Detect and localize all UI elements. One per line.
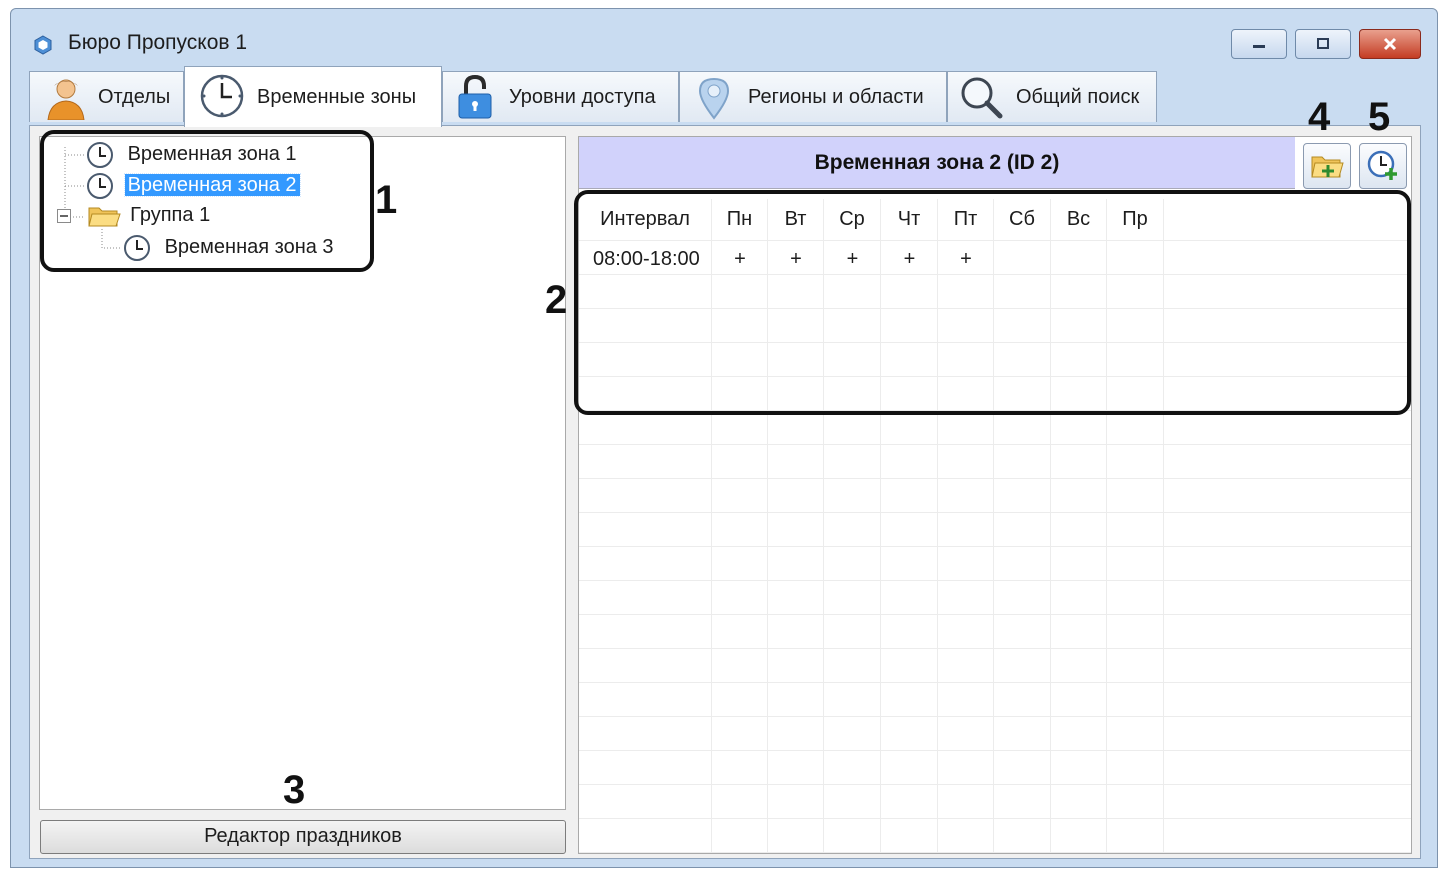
- tree-item-label: Группа 1: [130, 204, 211, 227]
- tab-general-search[interactable]: Общий поиск: [947, 71, 1157, 122]
- magnifier-icon: [961, 77, 1003, 119]
- time-zone-details: Временная зона 2 (ID 2) Интервал Пн Вт Ср Чт…: [578, 136, 1412, 854]
- tab-label: Уровни доступа: [509, 86, 656, 108]
- grid-line: [579, 852, 1411, 853]
- grid-line: [579, 818, 1411, 819]
- grid-line: [711, 199, 712, 853]
- minimize-button[interactable]: [1231, 29, 1287, 59]
- tree-item-group-1[interactable]: Группа 1: [55, 203, 210, 229]
- grid-line: [1050, 199, 1051, 853]
- grid-line: [579, 648, 1411, 649]
- grid-line: [579, 376, 1411, 377]
- day-cell[interactable]: +: [712, 242, 768, 276]
- grid-line: [579, 308, 1411, 309]
- schedule-grid[interactable]: Интервал Пн Вт Ср Чт Пт Сб Вс Пр 08:00-18:00 + + + + +: [579, 199, 1411, 853]
- tree-item-time-zone-1[interactable]: Временная зона 1: [86, 141, 297, 169]
- tree-item-time-zone-2[interactable]: Временная зона 2: [86, 172, 301, 200]
- callout-number-4: 4: [1308, 95, 1331, 139]
- grid-line: [1106, 199, 1107, 853]
- tab-label: Регионы и области: [748, 86, 924, 108]
- callout-number-3: 3: [283, 768, 306, 812]
- grid-line: [579, 784, 1411, 785]
- grid-line: [579, 546, 1411, 547]
- grid-line: [579, 512, 1411, 513]
- title-bar[interactable]: Бюро Пропусков 1: [11, 9, 1437, 71]
- grid-line: [1163, 199, 1164, 853]
- day-cell[interactable]: +: [938, 242, 994, 276]
- tab-departments[interactable]: Отделы: [29, 71, 184, 122]
- padlock-icon: [458, 74, 492, 119]
- grid-line: [579, 444, 1411, 445]
- callout-number-2: 2: [545, 278, 568, 322]
- collapse-toggle-icon[interactable]: [55, 207, 73, 225]
- day-cell[interactable]: [1107, 242, 1164, 276]
- clock-icon: [87, 142, 113, 168]
- column-header[interactable]: Вт: [768, 199, 824, 240]
- grid-line: [579, 716, 1411, 717]
- interval-cell[interactable]: 08:00-18:00: [579, 242, 712, 276]
- tab-content: Временная зона 1 Временная зона 2 Группа…: [29, 125, 1421, 859]
- tree-item-time-zone-3[interactable]: Временная зона 3: [123, 234, 334, 262]
- tree-item-label-selected: Временная зона 2: [123, 173, 301, 198]
- folder-icon: [87, 207, 121, 227]
- maximize-button[interactable]: [1295, 29, 1351, 59]
- column-header[interactable]: Вс: [1051, 199, 1107, 240]
- grid-line: [579, 750, 1411, 751]
- maximize-icon: [1317, 38, 1329, 49]
- column-header[interactable]: Чт: [881, 199, 938, 240]
- tab-label: Временные зоны: [257, 86, 417, 108]
- callout-number-1: 1: [375, 178, 398, 222]
- day-cell[interactable]: [994, 242, 1051, 276]
- grid-line: [823, 199, 824, 853]
- grid-line: [579, 410, 1411, 411]
- map-pin-icon: [698, 77, 730, 120]
- day-cell[interactable]: +: [768, 242, 824, 276]
- close-button[interactable]: [1359, 29, 1421, 59]
- add-time-zone-button[interactable]: [1359, 143, 1407, 189]
- clock-icon: [200, 74, 244, 118]
- tab-time-zones[interactable]: Временные зоны: [184, 66, 442, 127]
- grid-line: [579, 478, 1411, 479]
- grid-line: [880, 199, 881, 853]
- tab-regions[interactable]: Регионы и области: [679, 71, 947, 122]
- clock-icon: [87, 173, 113, 199]
- minimize-icon: [1253, 45, 1265, 48]
- day-cell[interactable]: [1051, 242, 1107, 276]
- window-title: Бюро Пропусков 1: [68, 31, 248, 54]
- column-header[interactable]: Пт: [938, 199, 994, 240]
- time-zone-tree[interactable]: Временная зона 1 Временная зона 2 Группа…: [39, 136, 566, 810]
- column-header[interactable]: Пн: [712, 199, 768, 240]
- grid-line: [579, 240, 1411, 241]
- grid-line: [579, 614, 1411, 615]
- column-header[interactable]: Ср: [824, 199, 881, 240]
- day-cell[interactable]: +: [824, 242, 881, 276]
- person-icon: [47, 79, 85, 120]
- clock-add-icon: [1367, 150, 1397, 180]
- tree-item-label: Временная зона 1: [127, 143, 297, 166]
- grid-line: [579, 580, 1411, 581]
- tree-item-label: Временная зона 3: [164, 236, 334, 259]
- day-cell[interactable]: +: [881, 242, 938, 276]
- clock-icon: [124, 235, 150, 261]
- column-header[interactable]: Интервал: [579, 199, 712, 240]
- grid-line: [767, 199, 768, 853]
- tab-access-levels[interactable]: Уровни доступа: [442, 71, 679, 122]
- column-header[interactable]: Сб: [994, 199, 1051, 240]
- grid-line: [579, 342, 1411, 343]
- app-window: Бюро Пропусков 1 Отделы Временные зоны У…: [10, 8, 1438, 868]
- column-header[interactable]: Пр: [1107, 199, 1164, 240]
- tab-label: Общий поиск: [1016, 86, 1140, 108]
- grid-line: [579, 682, 1411, 683]
- tab-label: Отделы: [98, 86, 171, 108]
- grid-line: [937, 199, 938, 853]
- holiday-editor-button[interactable]: Редактор праздников: [40, 820, 566, 854]
- zone-header: Временная зона 2 (ID 2): [579, 137, 1295, 189]
- app-logo-icon: [34, 35, 52, 55]
- folder-add-icon: [1311, 156, 1344, 178]
- close-icon: [1383, 37, 1397, 51]
- grid-line: [993, 199, 994, 853]
- add-group-button[interactable]: [1303, 143, 1351, 189]
- callout-number-5: 5: [1368, 95, 1391, 139]
